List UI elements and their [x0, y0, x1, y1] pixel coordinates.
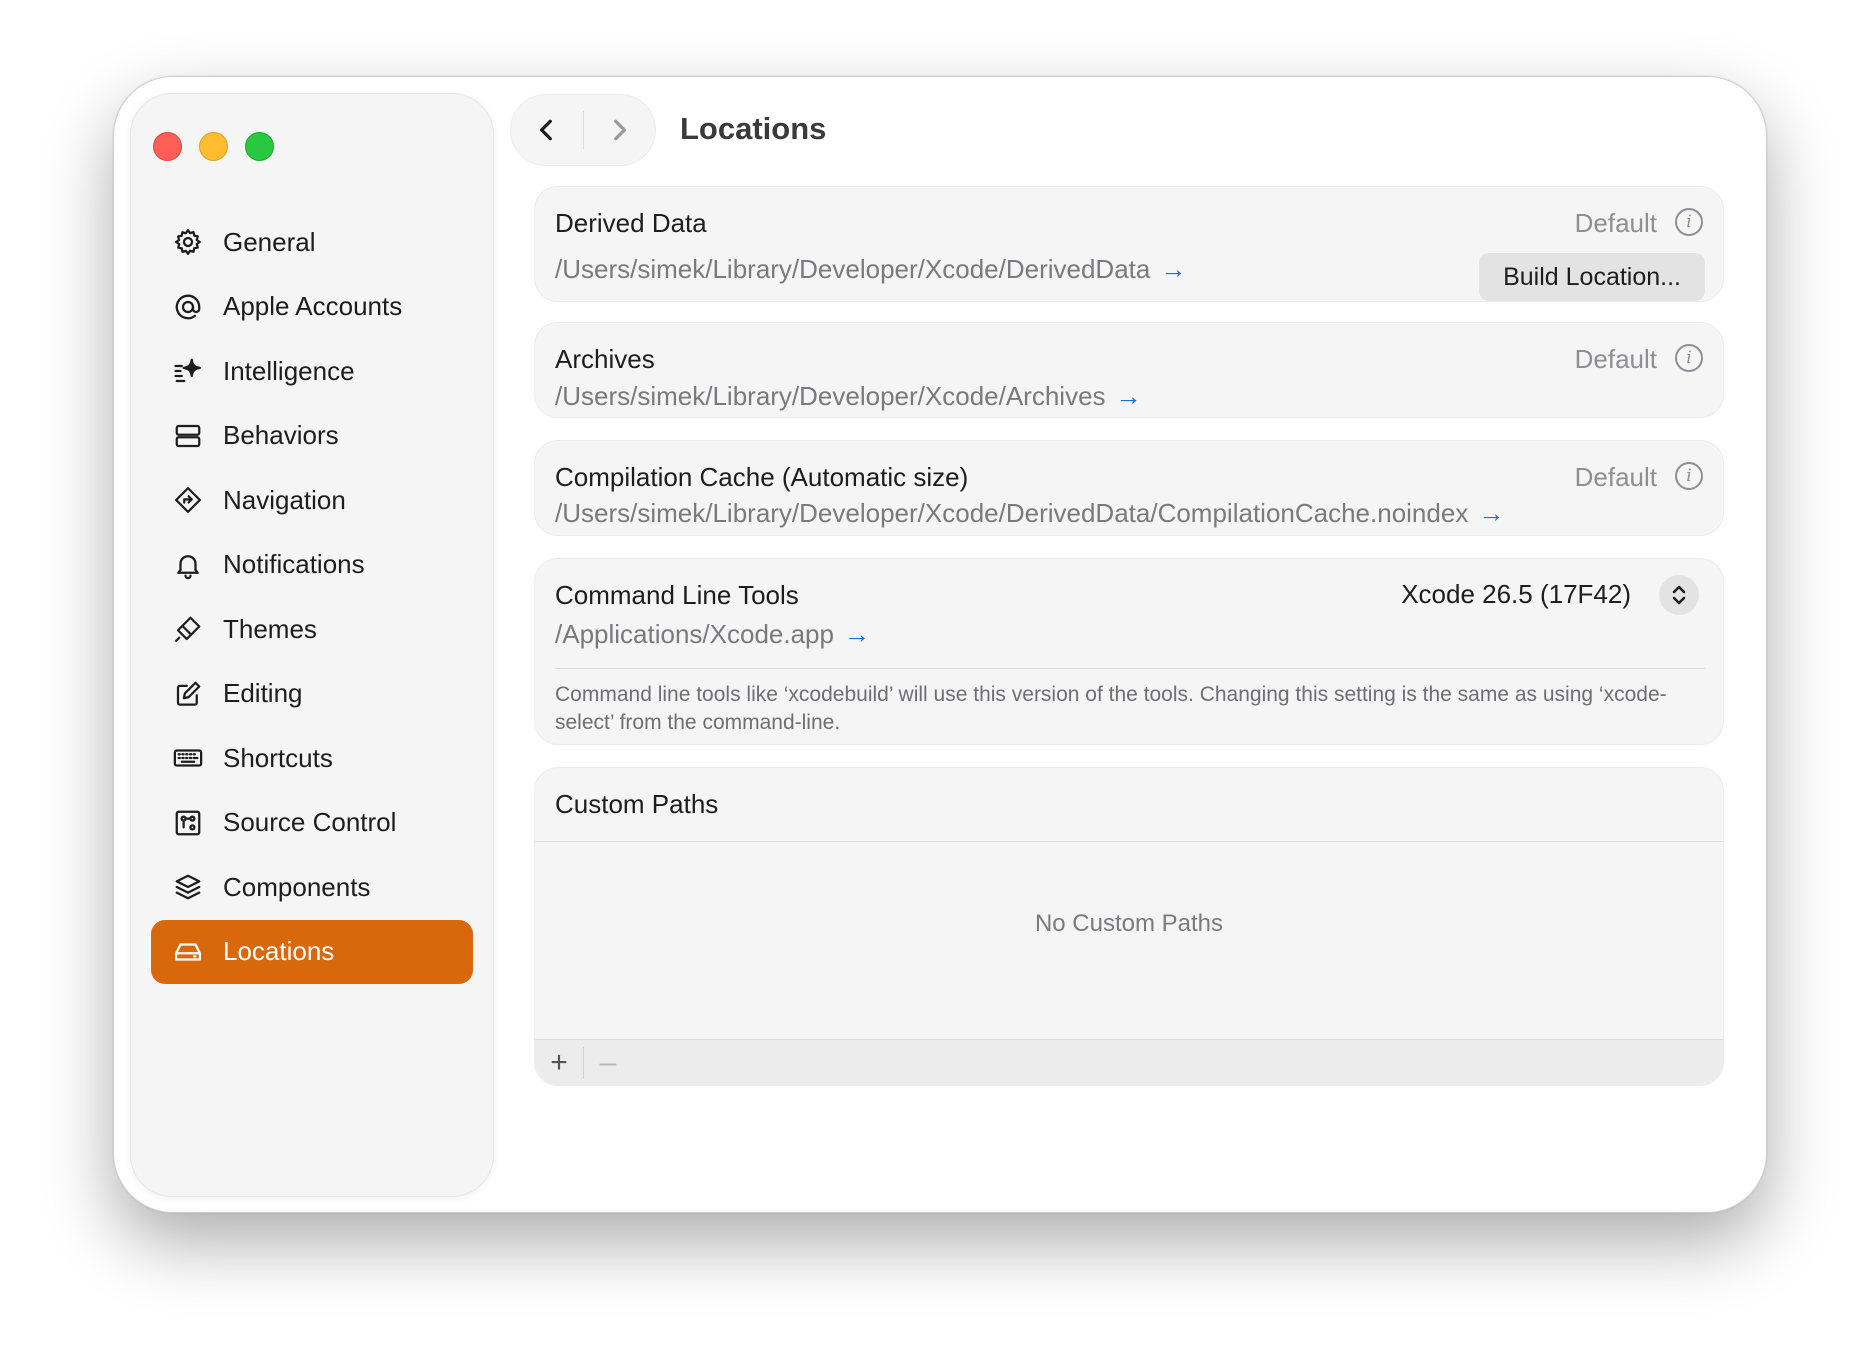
info-icon[interactable]: i	[1675, 462, 1703, 490]
sidebar-item-label: Locations	[223, 936, 335, 967]
reveal-arrow-icon[interactable]: →	[844, 619, 870, 649]
keyboard-icon	[171, 741, 205, 775]
minimize-window-button[interactable]	[199, 132, 228, 161]
forward-button[interactable]	[584, 94, 656, 166]
brush-icon	[171, 612, 205, 646]
archives-title: Archives	[555, 344, 655, 374]
edit-square-icon	[171, 677, 205, 711]
custom-paths-title: Custom Paths	[555, 789, 719, 819]
zoom-window-button[interactable]	[245, 132, 274, 161]
sparkle-icon	[171, 354, 205, 388]
history-navigation	[510, 94, 656, 166]
derived-data-path[interactable]: /Users/simek/Library/Developer/Xcode/Der…	[555, 254, 1186, 285]
layers-icon	[171, 870, 205, 904]
behaviors-icon	[171, 419, 205, 453]
sidebar-item-label: Intelligence	[223, 355, 355, 386]
reveal-arrow-icon[interactable]: →	[1116, 381, 1142, 411]
settings-window: General Apple Accounts Intelligence Beha…	[113, 76, 1767, 1213]
back-button[interactable]	[511, 94, 583, 166]
reveal-arrow-icon[interactable]: →	[1478, 498, 1504, 528]
page-title: Locations	[680, 111, 827, 146]
sidebar-item-themes[interactable]: Themes	[151, 597, 473, 662]
add-path-button[interactable]: +	[535, 1040, 583, 1086]
divider	[555, 668, 1705, 669]
sidebar-item-label: Source Control	[223, 807, 397, 838]
command-line-tools-select[interactable]: Xcode 26.5 (17F42)	[1401, 579, 1631, 610]
command-line-tools-card: Command Line Tools Xcode 26.5 (17F42) /A…	[534, 558, 1724, 745]
build-location-button[interactable]: Build Location...	[1479, 253, 1705, 301]
command-line-tools-path-text: /Applications/Xcode.app	[555, 619, 834, 649]
derived-data-title: Derived Data	[555, 208, 707, 238]
sidebar-item-apple-accounts[interactable]: Apple Accounts	[151, 275, 473, 340]
navigation-diamond-icon	[171, 483, 205, 517]
sidebar-item-locations[interactable]: Locations	[151, 919, 473, 984]
bell-icon	[171, 548, 205, 582]
sidebar-item-label: General	[223, 226, 316, 257]
sidebar-item-label: Apple Accounts	[223, 291, 403, 322]
sidebar-item-source-control[interactable]: Source Control	[151, 791, 473, 856]
compilation-cache-path[interactable]: /Users/simek/Library/Developer/Xcode/Der…	[555, 498, 1504, 529]
sidebar-item-label: Notifications	[223, 549, 365, 580]
sidebar-item-intelligence[interactable]: Intelligence	[151, 339, 473, 404]
sidebar: General Apple Accounts Intelligence Beha…	[130, 93, 494, 1197]
sidebar-item-editing[interactable]: Editing	[151, 662, 473, 727]
chevron-left-icon	[539, 119, 552, 141]
compilation-cache-card: Compilation Cache (Automatic size) Defau…	[534, 440, 1724, 536]
derived-data-card: Derived Data Default i /Users/simek/Libr…	[534, 186, 1724, 302]
derived-data-status: Default	[1574, 208, 1657, 238]
sidebar-item-components[interactable]: Components	[151, 855, 473, 920]
sidebar-item-behaviors[interactable]: Behaviors	[151, 404, 473, 469]
compilation-cache-status: Default	[1574, 462, 1657, 492]
sidebar-item-label: Navigation	[223, 484, 346, 515]
sidebar-item-shortcuts[interactable]: Shortcuts	[151, 726, 473, 791]
sidebar-item-label: Components	[223, 871, 371, 902]
reveal-arrow-icon[interactable]: →	[1160, 254, 1186, 284]
sidebar-item-label: Shortcuts	[223, 742, 333, 773]
compilation-cache-path-text: /Users/simek/Library/Developer/Xcode/Der…	[555, 498, 1469, 528]
sidebar-nav: General Apple Accounts Intelligence Beha…	[151, 210, 473, 984]
at-icon	[171, 290, 205, 324]
close-window-button[interactable]	[153, 132, 182, 161]
sidebar-item-navigation[interactable]: Navigation	[151, 468, 473, 533]
command-line-tools-popup-button[interactable]	[1659, 575, 1699, 615]
divider	[535, 841, 1723, 842]
sidebar-item-notifications[interactable]: Notifications	[151, 533, 473, 598]
command-line-tools-title: Command Line Tools	[555, 580, 799, 610]
sidebar-item-label: Behaviors	[223, 420, 339, 451]
remove-path-button[interactable]: –	[584, 1040, 632, 1086]
info-icon[interactable]: i	[1675, 208, 1703, 236]
sidebar-item-general[interactable]: General	[151, 210, 473, 275]
archives-card: Archives Default i /Users/simek/Library/…	[534, 322, 1724, 418]
info-icon[interactable]: i	[1675, 344, 1703, 372]
drive-icon	[171, 935, 205, 969]
archives-path-text: /Users/simek/Library/Developer/Xcode/Arc…	[555, 381, 1106, 411]
archives-status: Default	[1574, 344, 1657, 374]
gear-icon	[171, 225, 205, 259]
custom-paths-empty-text: No Custom Paths	[1034, 910, 1224, 937]
sidebar-item-label: Themes	[223, 613, 317, 644]
source-control-icon	[171, 806, 205, 840]
custom-paths-card: Custom Paths No Custom Paths + –	[534, 767, 1724, 1086]
archives-path[interactable]: /Users/simek/Library/Developer/Xcode/Arc…	[555, 381, 1142, 412]
custom-paths-footer: + –	[535, 1039, 1723, 1085]
command-line-tools-path[interactable]: /Applications/Xcode.app →	[555, 619, 870, 650]
compilation-cache-title: Compilation Cache (Automatic size)	[555, 462, 969, 492]
derived-data-path-text: /Users/simek/Library/Developer/Xcode/Der…	[555, 254, 1151, 284]
sidebar-item-label: Editing	[223, 678, 303, 709]
command-line-tools-description: Command line tools like ‘xcodebuild’ wil…	[555, 683, 1667, 734]
chevron-right-icon	[614, 119, 627, 141]
chevron-up-down-icon	[1672, 585, 1686, 605]
